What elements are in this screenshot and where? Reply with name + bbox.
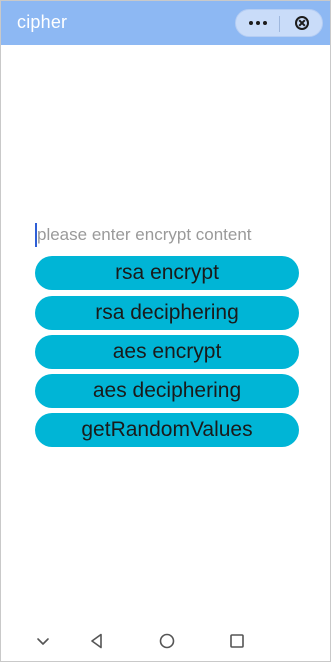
close-circle-icon	[294, 16, 309, 30]
back-triangle-icon[interactable]	[87, 631, 107, 651]
encrypt-content-input[interactable]	[35, 221, 301, 249]
app-window: cipher rsa encrypt rsa deciphering aes e…	[0, 0, 331, 662]
chevron-down-icon[interactable]	[33, 631, 53, 651]
title-bar: cipher	[1, 1, 330, 45]
close-button[interactable]	[280, 10, 323, 36]
rsa-encrypt-button[interactable]: rsa encrypt	[35, 256, 299, 290]
home-circle-icon[interactable]	[157, 631, 177, 651]
more-button[interactable]	[236, 10, 279, 36]
recent-square-icon[interactable]	[227, 631, 247, 651]
aes-encrypt-button[interactable]: aes encrypt	[35, 335, 299, 369]
rsa-deciphering-button[interactable]: rsa deciphering	[35, 296, 299, 330]
encrypt-input-wrapper	[35, 221, 301, 249]
aes-deciphering-button[interactable]: aes deciphering	[35, 374, 299, 408]
system-nav-bar	[1, 621, 330, 661]
text-caret	[35, 223, 37, 247]
page-title: cipher	[17, 12, 68, 32]
menu-capsule	[235, 9, 323, 37]
more-dots-icon	[248, 21, 267, 25]
get-random-values-button[interactable]: getRandomValues	[35, 413, 299, 447]
